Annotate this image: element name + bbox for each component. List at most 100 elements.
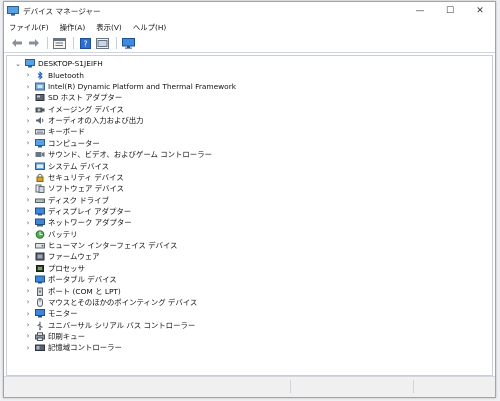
root-label: DESKTOP-S1JEIFH: [38, 59, 103, 68]
tree-category-row[interactable]: › コンピューター: [24, 138, 236, 149]
tree-category-row[interactable]: › ポート (COM と LPT): [24, 285, 236, 296]
expand-chevron-icon[interactable]: ›: [24, 195, 32, 206]
tree-category-row[interactable]: › バッテリ: [24, 229, 236, 240]
disk-drive-icon: [35, 198, 45, 203]
category-label: SD ホスト アダプター: [48, 93, 123, 103]
action-icon: [96, 37, 109, 49]
tree-root[interactable]: ⌄ DESKTOP-S1JEIFH: [14, 58, 103, 69]
expand-chevron-icon[interactable]: ›: [24, 308, 32, 319]
category-label: セキュリティ デバイス: [48, 172, 124, 182]
tree-category-row[interactable]: › プロセッサ: [24, 263, 236, 274]
tree-category-row[interactable]: › ユニバーサル シリアル バス コントローラー: [24, 319, 236, 330]
expand-chevron-icon[interactable]: ›: [24, 92, 32, 103]
category-label: Bluetooth: [48, 70, 84, 80]
expand-chevron-icon[interactable]: ›: [24, 104, 32, 115]
svg-text:?: ?: [83, 39, 87, 48]
tree-category-row[interactable]: › サウンド、ビデオ、およびゲーム コントローラー: [24, 149, 236, 160]
expand-chevron-icon[interactable]: ›: [24, 297, 32, 308]
category-label: ディスプレイ アダプター: [48, 206, 132, 216]
security-device-icon: [36, 173, 44, 182]
expand-chevron-icon[interactable]: ›: [24, 161, 32, 172]
category-label: キーボード: [48, 127, 85, 137]
menu-action[interactable]: 操作(A): [60, 22, 86, 33]
expand-chevron-icon[interactable]: ›: [24, 342, 32, 353]
tree-category-row[interactable]: › 印刷キュー: [24, 331, 236, 342]
tree-category-row[interactable]: › ポータブル デバイス: [24, 274, 236, 285]
portable-device-icon: [35, 275, 45, 284]
expand-chevron-icon[interactable]: ›: [24, 286, 32, 297]
collapse-chevron-icon[interactable]: ⌄: [14, 58, 22, 69]
tree-category-row[interactable]: › オーディオの入力および出力: [24, 115, 236, 126]
expand-chevron-icon[interactable]: ›: [24, 81, 32, 92]
expand-chevron-icon[interactable]: ›: [24, 183, 32, 194]
expand-chevron-icon[interactable]: ›: [24, 331, 32, 342]
expand-chevron-icon[interactable]: ›: [24, 320, 32, 331]
tree-category-row[interactable]: › 記憶域コントローラー: [24, 342, 236, 353]
device-tree[interactable]: ⌄ DESKTOP-S1JEIFH › Bluetooth › Intel(R) Dy…: [6, 55, 493, 376]
toolbar-separator: [73, 37, 74, 49]
toolbar: ?: [4, 34, 495, 53]
network-adapter-icon: [35, 218, 45, 227]
category-label: システム デバイス: [48, 161, 110, 171]
menu-help[interactable]: ヘルプ(H): [133, 22, 167, 33]
tree-category-row[interactable]: › システム デバイス: [24, 160, 236, 171]
tree-category-row[interactable]: › ヒューマン インターフェイス デバイス: [24, 240, 236, 251]
status-bar: [4, 376, 495, 397]
tree-category-row[interactable]: › ソフトウェア デバイス: [24, 183, 236, 194]
category-label: オーディオの入力および出力: [48, 116, 144, 126]
scan-hardware-button[interactable]: [121, 36, 136, 50]
forward-button[interactable]: [26, 36, 41, 50]
expand-chevron-icon[interactable]: ›: [24, 251, 32, 262]
title-bar[interactable]: デバイス マネージャー — ☐ ✕: [4, 2, 495, 20]
minimize-button[interactable]: —: [405, 2, 435, 20]
expand-chevron-icon[interactable]: ›: [24, 149, 32, 160]
expand-chevron-icon[interactable]: ›: [24, 263, 32, 274]
tree-category-row[interactable]: › モニター: [24, 308, 236, 319]
expand-chevron-icon[interactable]: ›: [24, 240, 32, 251]
back-button[interactable]: [9, 36, 24, 50]
battery-icon: [35, 229, 45, 239]
expand-chevron-icon[interactable]: ›: [24, 217, 32, 228]
menu-view[interactable]: 表示(V): [96, 22, 122, 33]
expand-chevron-icon[interactable]: ›: [24, 206, 32, 217]
expand-chevron-icon[interactable]: ›: [24, 126, 32, 137]
tree-category-row[interactable]: › ディスプレイ アダプター: [24, 206, 236, 217]
tree-category-row[interactable]: › ファームウェア: [24, 251, 236, 262]
category-label: ユニバーサル シリアル バス コントローラー: [48, 320, 196, 330]
category-label: ヒューマン インターフェイス デバイス: [48, 241, 178, 251]
status-pane-main: [4, 380, 291, 393]
category-label: 記憶域コントローラー: [48, 343, 122, 353]
monitor-scan-icon: [122, 37, 135, 49]
tree-category-row[interactable]: › イメージング デバイス: [24, 104, 236, 115]
software-device-icon: [35, 184, 45, 194]
printer-icon: [35, 332, 45, 341]
tree-category-row[interactable]: › キーボード: [24, 126, 236, 137]
expand-chevron-icon[interactable]: ›: [24, 274, 32, 285]
speaker-icon: [36, 117, 44, 125]
tree-category-row[interactable]: › セキュリティ デバイス: [24, 172, 236, 183]
properties-button[interactable]: [52, 36, 67, 50]
expand-chevron-icon[interactable]: ›: [24, 115, 32, 126]
category-list: › Bluetooth › Intel(R) Dynamic Platform and…: [24, 70, 236, 354]
help-icon: ?: [80, 37, 91, 49]
tree-category-row[interactable]: › ディスク ドライブ: [24, 194, 236, 205]
mouse-icon: [37, 297, 43, 307]
expand-chevron-icon[interactable]: ›: [24, 172, 32, 183]
tree-category-row[interactable]: › Intel(R) Dynamic Platform and Thermal F…: [24, 81, 236, 92]
menu-file[interactable]: ファイル(F): [9, 22, 49, 33]
expand-chevron-icon[interactable]: ›: [24, 70, 32, 81]
tree-category-row[interactable]: › ネットワーク アダプター: [24, 217, 236, 228]
maximize-button[interactable]: ☐: [435, 2, 465, 20]
action-button[interactable]: [95, 36, 110, 50]
computer-root-icon: [25, 59, 35, 68]
category-label: イメージング デバイス: [48, 104, 124, 114]
tree-category-row[interactable]: › Bluetooth: [24, 70, 236, 81]
expand-chevron-icon[interactable]: ›: [24, 138, 32, 149]
category-label: モニター: [48, 309, 78, 319]
close-button[interactable]: ✕: [465, 2, 495, 20]
tree-category-row[interactable]: › マウスとそのほかのポインティング デバイス: [24, 297, 236, 308]
tree-category-row[interactable]: › SD ホスト アダプター: [24, 92, 236, 103]
help-button[interactable]: ?: [78, 36, 93, 50]
category-label: ディスク ドライブ: [48, 195, 109, 205]
expand-chevron-icon[interactable]: ›: [24, 229, 32, 240]
